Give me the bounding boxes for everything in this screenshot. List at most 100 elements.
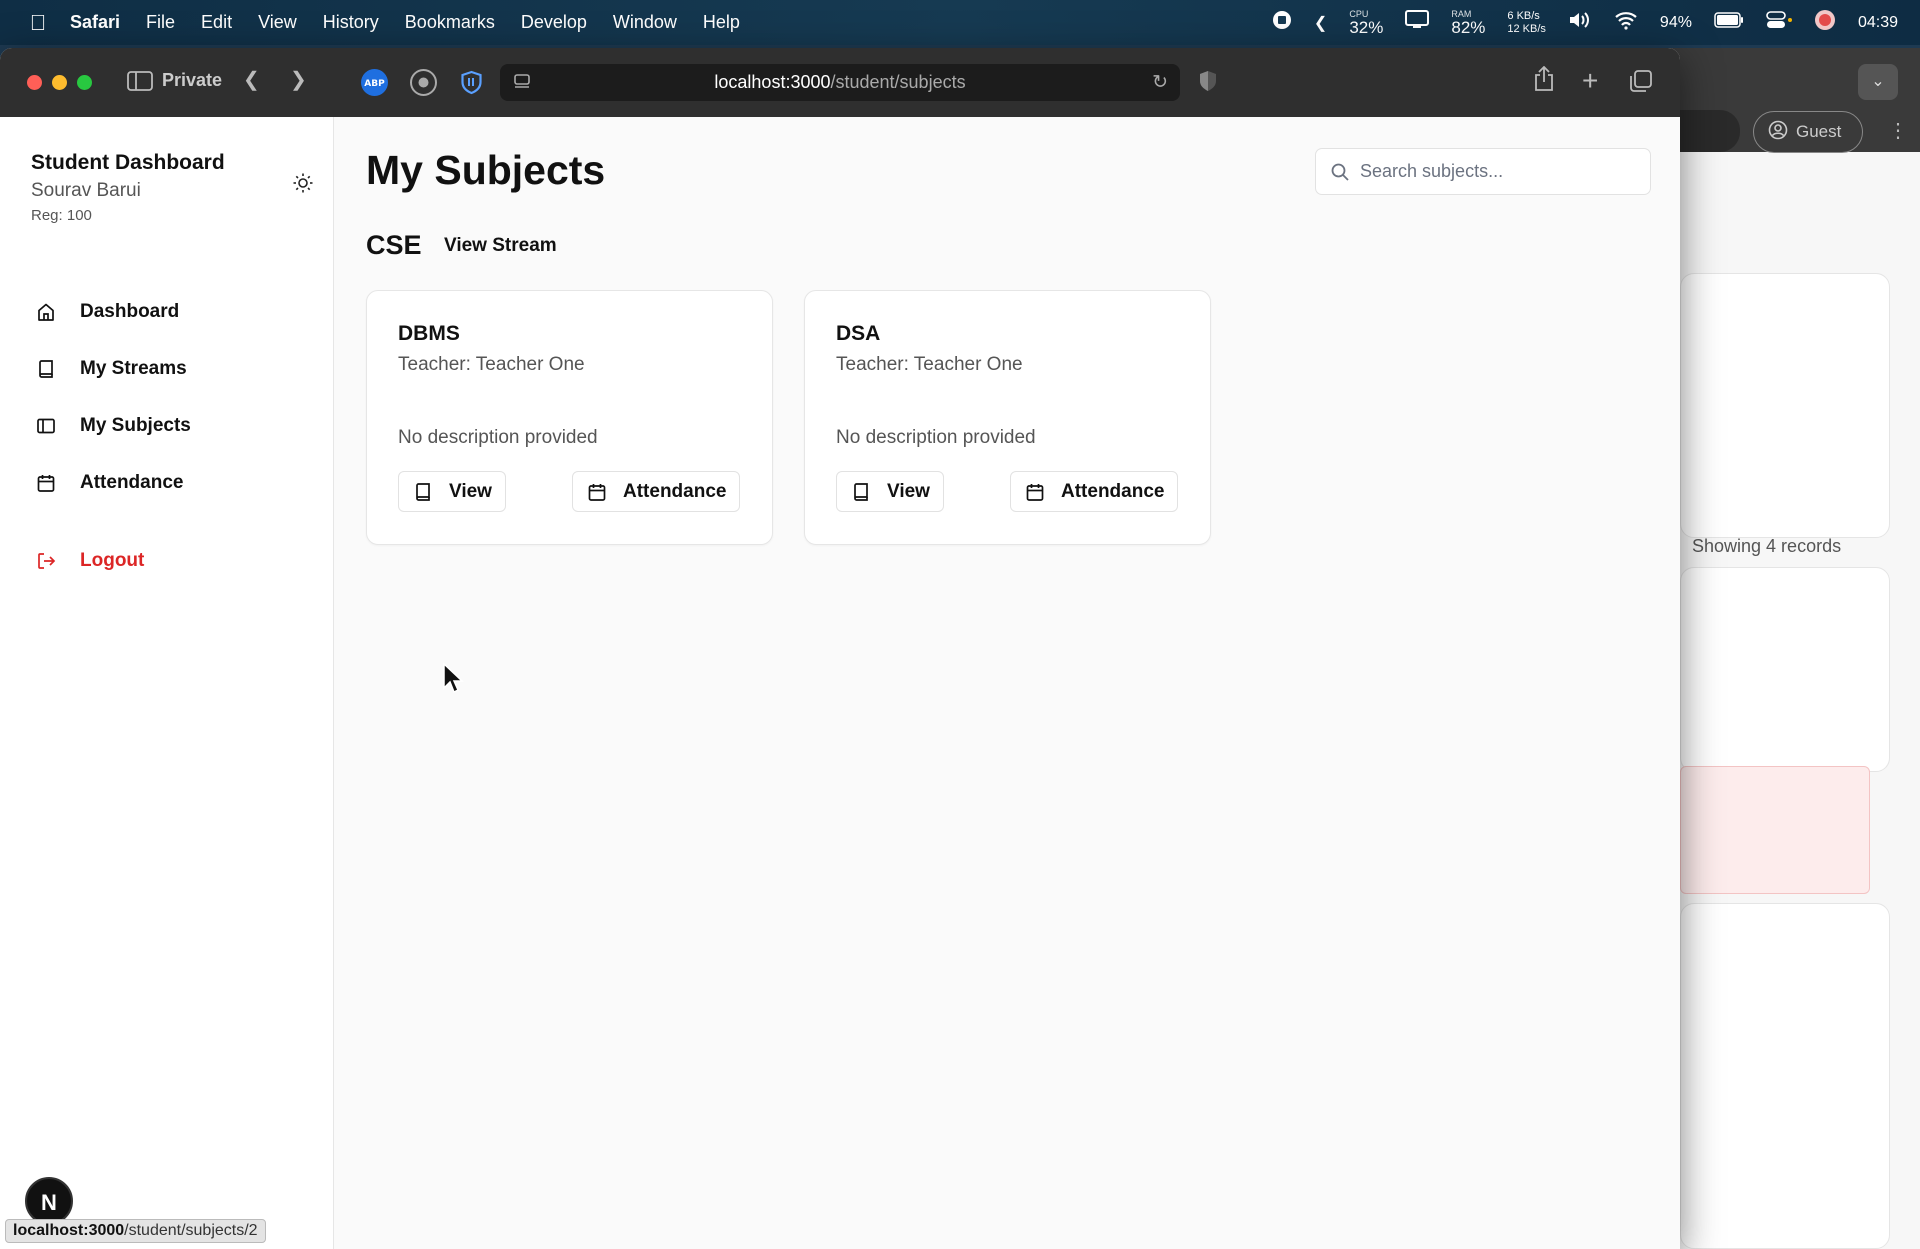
display-icon[interactable] xyxy=(1405,10,1430,35)
book-icon xyxy=(36,359,56,379)
view-subject-button[interactable]: View xyxy=(398,471,506,512)
window-controls xyxy=(27,75,92,90)
ram-label: RAM xyxy=(1451,8,1472,19)
record-extension-icon[interactable] xyxy=(410,69,437,96)
screen-record-icon[interactable] xyxy=(1272,10,1292,35)
view-stream-link[interactable]: View Stream xyxy=(444,235,557,257)
url-path: /student/subjects xyxy=(830,72,966,92)
logout-button[interactable]: Logout xyxy=(36,550,144,572)
background-alert-box xyxy=(1680,766,1870,894)
net-up: 6 KB/s xyxy=(1507,9,1540,22)
reload-icon[interactable]: ↻ xyxy=(1152,71,1168,94)
person-circle-icon xyxy=(1768,120,1788,145)
sidebar: Student Dashboard Sourav Barui Reg: 100 … xyxy=(0,117,334,1249)
stream-heading: CSE xyxy=(366,230,422,260)
subject-description: No description provided xyxy=(836,427,1036,448)
menu-file[interactable]: File xyxy=(146,12,175,33)
battery-icon[interactable] xyxy=(1714,12,1744,33)
mouse-cursor-icon xyxy=(442,662,464,699)
search-input[interactable] xyxy=(1360,161,1630,182)
theme-toggle-sun-icon[interactable] xyxy=(293,173,313,199)
logout-icon xyxy=(36,551,56,571)
page-title: My Subjects xyxy=(366,147,606,193)
battery-percent[interactable]: 94% xyxy=(1660,14,1692,32)
link-hover-status: localhost:3000/student/subjects/2 xyxy=(5,1219,266,1243)
sidebar-item-dashboard[interactable]: Dashboard xyxy=(36,301,179,323)
private-mode-label[interactable]: Private xyxy=(162,70,222,91)
menu-view[interactable]: View xyxy=(258,12,297,33)
view-label: View xyxy=(449,480,492,502)
search-box[interactable] xyxy=(1315,148,1651,195)
attendance-button[interactable]: Attendance xyxy=(1010,471,1179,512)
sidebar-toggle-icon[interactable] xyxy=(127,70,153,98)
logout-label: Logout xyxy=(80,550,145,571)
sidebar-item-my-streams[interactable]: My Streams xyxy=(36,358,187,380)
ram-meter[interactable]: RAM 82% xyxy=(1451,8,1486,37)
web-page: Student Dashboard Sourav Barui Reg: 100 … xyxy=(0,117,1680,1249)
network-meter[interactable]: 6 KB/s 12 KB/s xyxy=(1507,10,1546,36)
main-content: My Subjects CSE View Stream DBMS Teacher… xyxy=(366,117,1666,1249)
nextjs-dev-badge[interactable]: N xyxy=(25,1177,73,1225)
background-card xyxy=(1680,567,1890,772)
chevron-left-icon[interactable]: ❮ xyxy=(1314,13,1327,33)
view-subject-button[interactable]: View xyxy=(836,471,944,512)
subject-teacher: Teacher: Teacher One xyxy=(836,354,1023,375)
clock[interactable]: 04:39 xyxy=(1858,14,1898,32)
sidebar-item-label: My Streams xyxy=(80,358,187,379)
attendance-button[interactable]: Attendance xyxy=(572,471,741,512)
chevron-down-icon[interactable]: ⌄ xyxy=(1858,64,1898,100)
background-card xyxy=(1680,903,1890,1249)
page-menu-icon[interactable] xyxy=(512,72,532,97)
kebab-menu-icon[interactable]: ⋮ xyxy=(1888,118,1908,143)
shield-extension-icon[interactable] xyxy=(458,69,485,96)
adblock-extension-icon[interactable]: ABP xyxy=(361,69,388,96)
zoom-window-button[interactable] xyxy=(77,75,92,90)
attendance-label: Attendance xyxy=(623,480,727,502)
share-icon[interactable] xyxy=(1533,65,1555,98)
subject-teacher: Teacher: Teacher One xyxy=(398,354,585,375)
tab-overview-icon[interactable] xyxy=(1629,69,1653,99)
panel-icon xyxy=(36,416,56,436)
subject-name: DBMS xyxy=(398,322,460,345)
subject-card: DSA Teacher: Teacher One No description … xyxy=(804,290,1211,545)
user-avatar-icon[interactable] xyxy=(1814,9,1836,36)
sidebar-item-attendance[interactable]: Attendance xyxy=(36,472,183,494)
control-center-icon[interactable] xyxy=(1766,10,1792,35)
apple-icon[interactable]:  xyxy=(24,10,52,36)
menu-help[interactable]: Help xyxy=(703,12,740,33)
ram-value: 82% xyxy=(1451,17,1486,37)
volume-icon[interactable] xyxy=(1568,10,1592,35)
forward-icon[interactable]: ❯ xyxy=(290,67,307,92)
cpu-meter[interactable]: CPU 32% xyxy=(1349,8,1384,37)
macos-menubar:  Safari File Edit View History Bookmark… xyxy=(0,0,1920,45)
wifi-icon[interactable] xyxy=(1614,10,1638,35)
guest-profile-button[interactable]: Guest xyxy=(1753,111,1863,153)
menu-window[interactable]: Window xyxy=(613,12,677,33)
menu-bookmarks[interactable]: Bookmarks xyxy=(405,12,495,33)
back-icon[interactable]: ❮ xyxy=(243,67,260,92)
sidebar-title: Student Dashboard xyxy=(31,151,225,174)
menu-history[interactable]: History xyxy=(323,12,379,33)
close-window-button[interactable] xyxy=(27,75,42,90)
menu-edit[interactable]: Edit xyxy=(201,12,232,33)
calendar-icon xyxy=(588,483,606,501)
privacy-shield-icon[interactable] xyxy=(1198,69,1218,99)
minimize-window-button[interactable] xyxy=(52,75,67,90)
cpu-value: 32% xyxy=(1349,17,1384,37)
background-window-toolbar: ⌄ Guest ⋮ xyxy=(1660,48,1920,153)
menu-develop[interactable]: Develop xyxy=(521,12,587,33)
address-bar[interactable]: localhost:3000/student/subjects ↻ xyxy=(500,64,1180,101)
menu-app-safari[interactable]: Safari xyxy=(70,12,120,33)
sidebar-item-label: Dashboard xyxy=(80,301,180,322)
safari-toolbar: Private ❮ ❯ ABP localhost:3000/student/s… xyxy=(0,48,1680,117)
new-tab-icon[interactable]: + xyxy=(1582,65,1598,97)
status-host: localhost:3000 xyxy=(13,1222,125,1239)
sidebar-item-my-subjects[interactable]: My Subjects xyxy=(36,415,191,437)
calendar-icon xyxy=(1026,483,1044,501)
home-icon xyxy=(36,302,56,322)
attendance-label: Attendance xyxy=(1061,480,1165,502)
registration-number: Reg: 100 xyxy=(31,207,92,224)
sidebar-item-label: Attendance xyxy=(80,472,184,493)
cpu-label: CPU xyxy=(1349,8,1369,19)
url-host: localhost:3000 xyxy=(714,72,831,92)
